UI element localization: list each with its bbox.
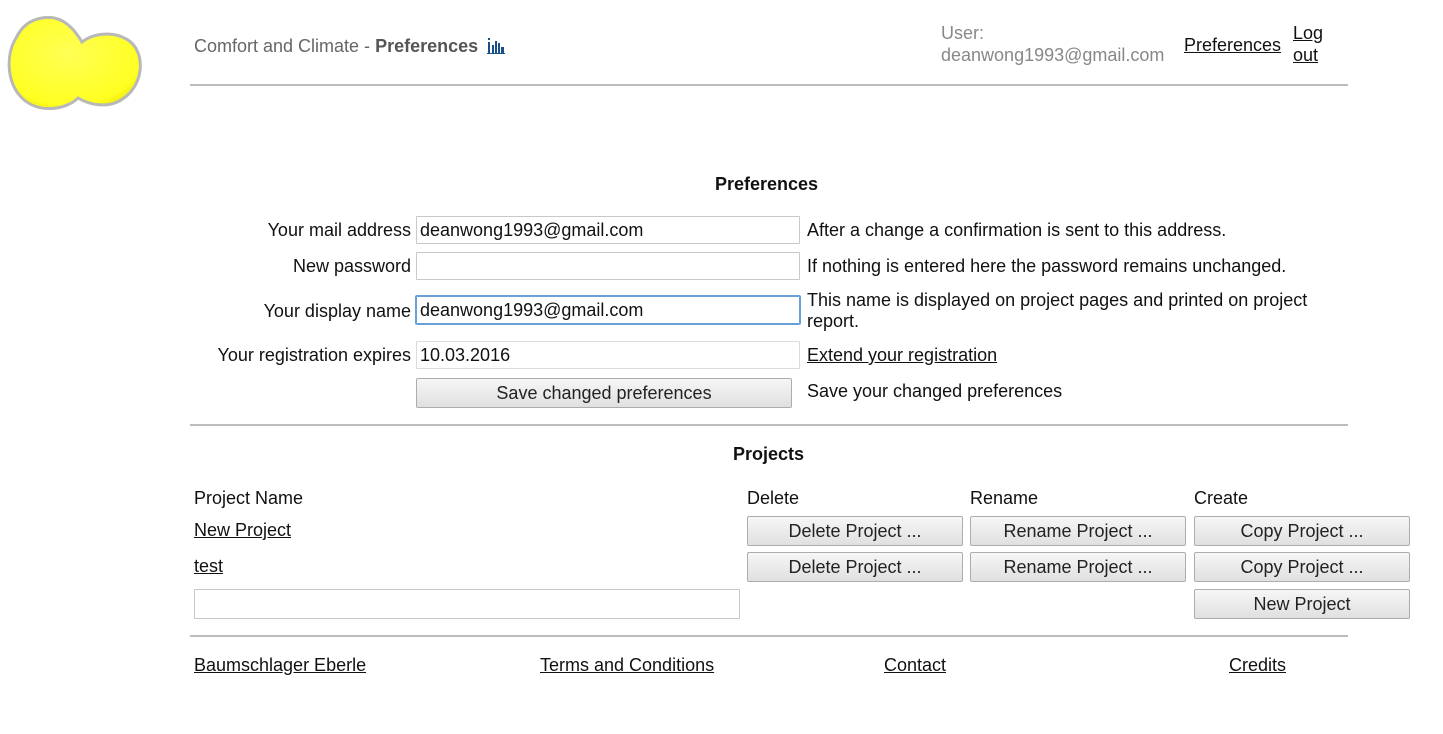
expires-field <box>416 341 800 369</box>
project-link[interactable]: New Project <box>194 520 291 541</box>
logout-link[interactable]: Log out <box>1293 22 1329 66</box>
project-link[interactable]: test <box>194 556 223 577</box>
info-icon[interactable] <box>487 38 506 59</box>
save-preferences-button[interactable]: Save changed preferences <box>416 378 792 408</box>
delete-project-button[interactable]: Delete Project ... <box>747 552 963 582</box>
extend-registration-link[interactable]: Extend your registration <box>807 345 997 366</box>
projects-divider <box>190 635 1348 637</box>
copy-project-button[interactable]: Copy Project ... <box>1194 552 1410 582</box>
footer-link-credits[interactable]: Credits <box>1229 655 1286 676</box>
delete-project-button[interactable]: Delete Project ... <box>747 516 963 546</box>
preferences-heading: Preferences <box>715 174 819 194</box>
expires-label: Your registration expires <box>217 345 411 365</box>
rename-project-button[interactable]: Rename Project ... <box>970 516 1186 546</box>
column-header-rename: Rename <box>970 488 1039 508</box>
copy-project-button[interactable]: Copy Project ... <box>1194 516 1410 546</box>
new-project-name-input[interactable] <box>194 589 740 619</box>
mail-input[interactable] <box>416 216 800 244</box>
password-label: New password <box>292 256 411 276</box>
new-project-button[interactable]: New Project <box>1194 589 1410 619</box>
user-info: User: deanwong1993@gmail.com <box>941 22 1164 66</box>
user-email: deanwong1993@gmail.com <box>941 45 1165 65</box>
logo <box>4 14 146 127</box>
column-header-project-name: Project Name <box>194 488 304 508</box>
password-input[interactable] <box>416 252 800 280</box>
preferences-link[interactable]: Preferences <box>1184 35 1281 56</box>
footer-link-baumschlager-eberle[interactable]: Baumschlager Eberle <box>194 655 366 676</box>
footer-link-terms[interactable]: Terms and Conditions <box>540 655 714 676</box>
footer-link-contact[interactable]: Contact <box>884 655 946 676</box>
save-hint: Save your changed preferences <box>807 381 1063 401</box>
user-label: User: <box>941 23 985 43</box>
display-name-label: Your display name <box>263 301 411 321</box>
display-name-hint: This name is displayed on project pages … <box>807 290 1308 331</box>
page-name: Preferences <box>375 36 479 56</box>
projects-heading: Projects <box>733 444 805 464</box>
display-name-input[interactable] <box>415 295 801 325</box>
mail-label: Your mail address <box>267 220 411 240</box>
password-hint: If nothing is entered here the password … <box>807 256 1287 276</box>
mail-hint: After a change a confirmation is sent to… <box>807 220 1227 240</box>
rename-project-button[interactable]: Rename Project ... <box>970 552 1186 582</box>
column-header-create: Create <box>1194 488 1249 508</box>
header-divider <box>190 84 1348 86</box>
column-header-delete: Delete <box>747 488 800 508</box>
page-title: Comfort and Climate - Preferences <box>194 36 506 59</box>
app-name: Comfort and Climate - <box>194 36 376 56</box>
preferences-divider <box>190 424 1348 426</box>
